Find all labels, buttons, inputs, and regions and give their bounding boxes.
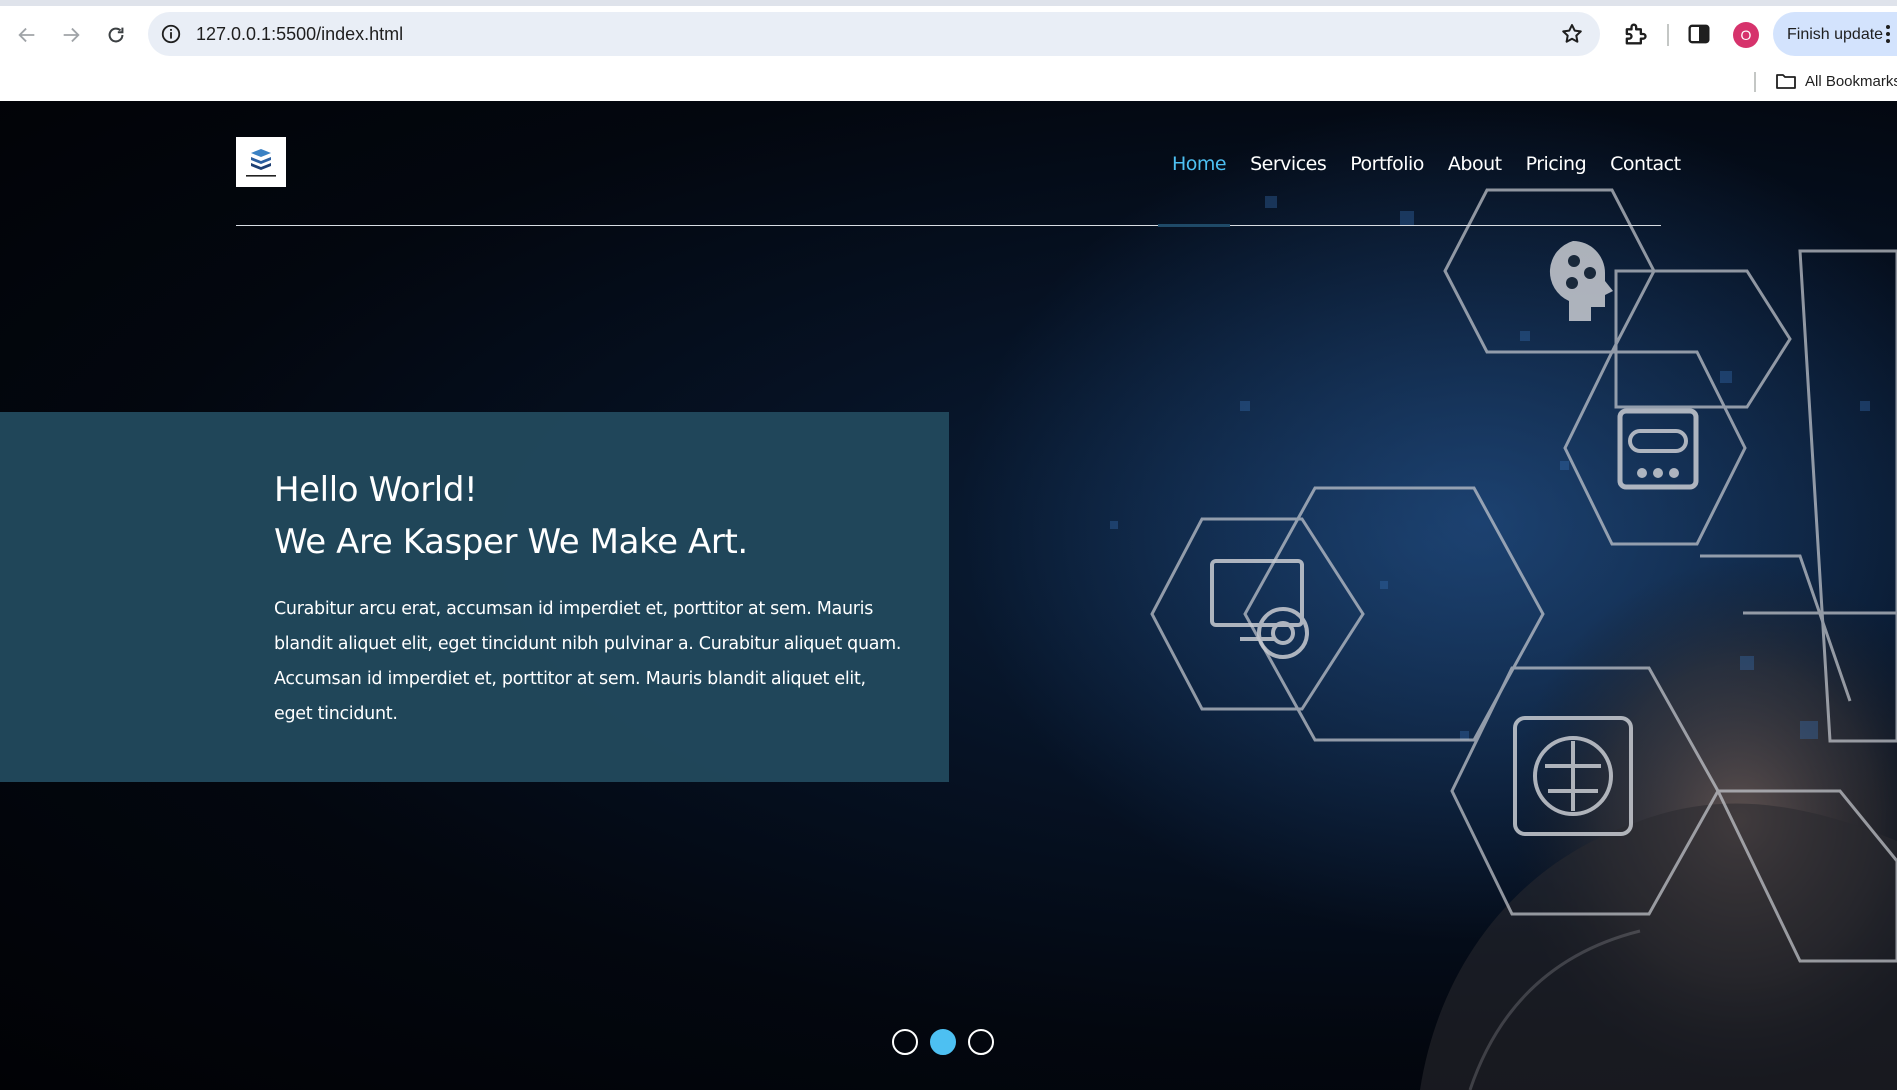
nav-home[interactable]: Home xyxy=(1160,153,1238,175)
finish-update-label: Finish update xyxy=(1787,26,1884,43)
back-button[interactable] xyxy=(12,20,42,50)
reload-icon xyxy=(108,27,124,43)
site-info-icon[interactable] xyxy=(160,23,182,45)
folder-icon xyxy=(1776,74,1796,89)
slider-bullets xyxy=(892,1029,994,1055)
profile-avatar[interactable]: O xyxy=(1733,22,1759,48)
hero-title-line1: Hello World! xyxy=(274,470,478,510)
extensions-icon[interactable] xyxy=(1621,20,1649,48)
company-logo[interactable] xyxy=(236,137,286,187)
nav-contact[interactable]: Contact xyxy=(1598,153,1692,175)
reload-button[interactable] xyxy=(101,20,131,50)
hero-heading: Hello World! We Are Kasper We Make Art. xyxy=(274,464,748,568)
bookmarks-divider xyxy=(1754,72,1756,92)
slider-bullet-2[interactable] xyxy=(930,1029,956,1055)
nav-pricing[interactable]: Pricing xyxy=(1514,153,1599,175)
all-bookmarks-button[interactable]: All Bookmarks xyxy=(1775,72,1897,90)
hero-title-line2: We Are Kasper We Make Art. xyxy=(274,522,748,562)
nav-active-indicator xyxy=(1158,224,1230,227)
back-arrow-icon xyxy=(18,27,35,43)
toolbar-divider xyxy=(1667,24,1669,46)
url-text[interactable]: 127.0.0.1:5500/index.html xyxy=(196,24,403,45)
main-nav: Home Services Portfolio About Pricing Co… xyxy=(1160,153,1693,175)
hero-section: Home Services Portfolio About Pricing Co… xyxy=(0,101,1897,1090)
nav-portfolio[interactable]: Portfolio xyxy=(1338,153,1436,175)
forward-button[interactable] xyxy=(56,20,86,50)
stacked-layers-logo-icon xyxy=(246,149,276,177)
slider-bullet-1[interactable] xyxy=(892,1029,918,1055)
bookmark-star-icon[interactable] xyxy=(1560,22,1584,46)
side-panel-icon[interactable] xyxy=(1685,20,1713,48)
more-menu-icon[interactable] xyxy=(1885,22,1891,46)
forward-arrow-icon xyxy=(63,27,80,43)
nav-about[interactable]: About xyxy=(1436,153,1514,175)
finish-update-button[interactable]: Finish update xyxy=(1773,12,1897,56)
address-bar[interactable]: 127.0.0.1:5500/index.html xyxy=(148,12,1600,56)
nav-divider xyxy=(236,225,1661,226)
hero-paragraph: Curabitur arcu erat, accumsan id imperdi… xyxy=(274,599,902,724)
nav-services[interactable]: Services xyxy=(1238,153,1338,175)
all-bookmarks-label: All Bookmarks xyxy=(1805,72,1897,90)
browser-toolbar: 127.0.0.1:5500/index.html O Finish updat… xyxy=(0,0,1897,101)
slider-bullet-3[interactable] xyxy=(968,1029,994,1055)
hero-text-panel: Hello World! We Are Kasper We Make Art. … xyxy=(0,412,949,782)
